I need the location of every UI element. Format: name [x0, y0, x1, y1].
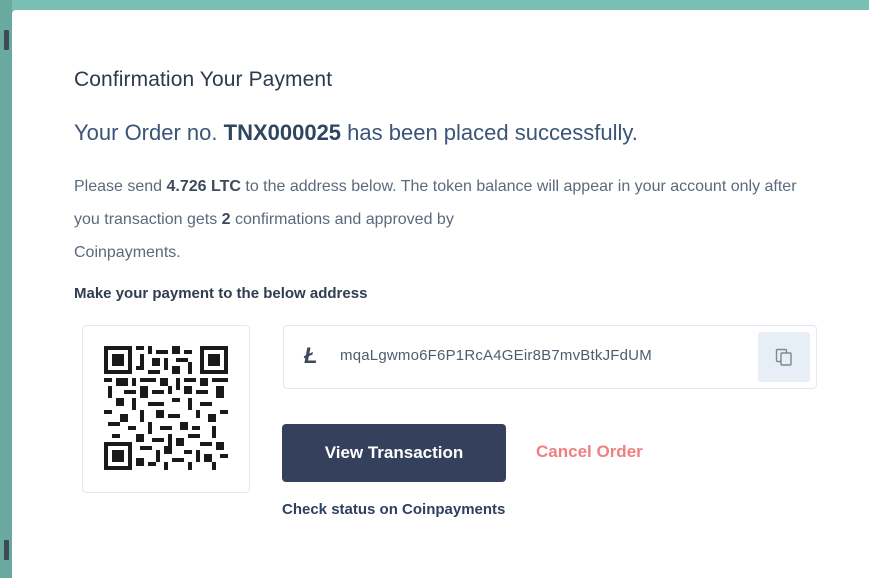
background-element	[4, 30, 9, 50]
order-status-message: Your Order no. TNX000025 has been placed…	[74, 120, 638, 146]
payment-amount: 4.726 LTC	[166, 178, 241, 195]
modal-title: Confirmation Your Payment	[74, 68, 333, 91]
cancel-order-link[interactable]: Cancel Order	[536, 442, 643, 462]
payment-provider: Coinpayments	[74, 244, 177, 261]
wallet-address-field[interactable]: Ł mqaLgwmo6F6P1RcA4GEir8B7mvBtkJFdUM	[283, 325, 817, 389]
instructions-text: confirmations and approved by	[235, 211, 454, 228]
background-element	[4, 540, 9, 560]
view-transaction-button[interactable]: View Transaction	[282, 424, 506, 482]
order-suffix: has been placed successfully.	[347, 120, 638, 145]
payment-instructions: Please send 4.726 LTC to the address bel…	[74, 170, 814, 269]
confirmations-count: 2	[221, 211, 231, 228]
instructions-period: .	[176, 244, 181, 261]
wallet-address[interactable]: mqaLgwmo6F6P1RcA4GEir8B7mvBtkJFdUM	[340, 347, 652, 364]
qr-code-box	[82, 325, 250, 493]
copy-icon	[775, 348, 792, 366]
copy-address-button[interactable]	[758, 332, 810, 382]
background-window-edge	[0, 0, 12, 578]
order-number: TNX000025	[223, 120, 342, 145]
address-label: Make your payment to the below address	[74, 285, 368, 302]
order-prefix: Your Order no.	[74, 120, 218, 145]
payment-confirmation-modal: Confirmation Your Payment Your Order no.…	[12, 10, 869, 578]
instructions-text: Please send	[74, 178, 163, 195]
qr-code-icon	[104, 346, 228, 470]
check-status-link[interactable]: Check status on Coinpayments	[282, 501, 505, 518]
litecoin-icon: Ł	[304, 343, 318, 368]
